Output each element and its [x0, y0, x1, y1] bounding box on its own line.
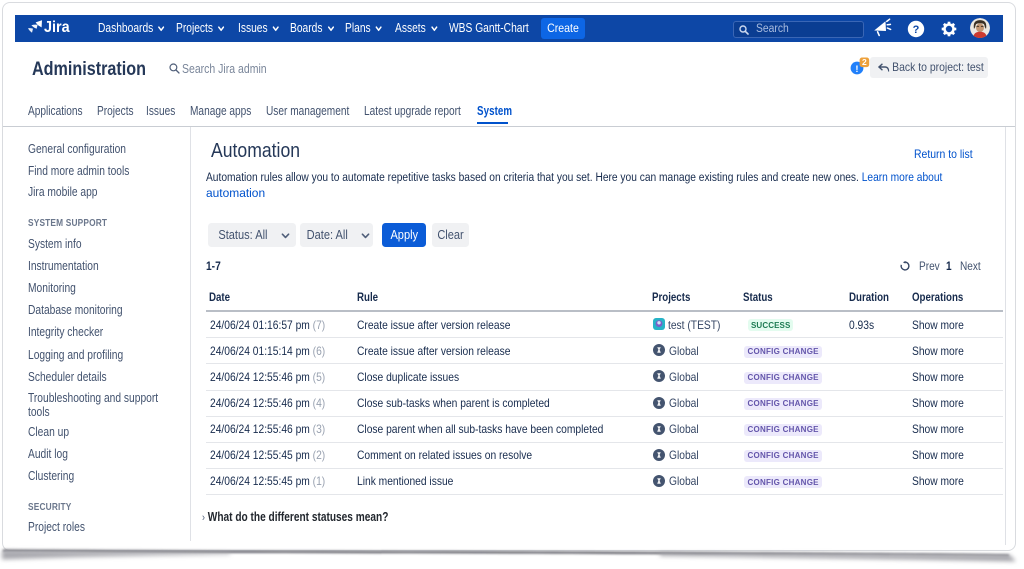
svg-text:!: ! — [855, 64, 858, 75]
svg-text:?: ? — [913, 24, 920, 36]
svg-text:2: 2 — [862, 57, 867, 67]
